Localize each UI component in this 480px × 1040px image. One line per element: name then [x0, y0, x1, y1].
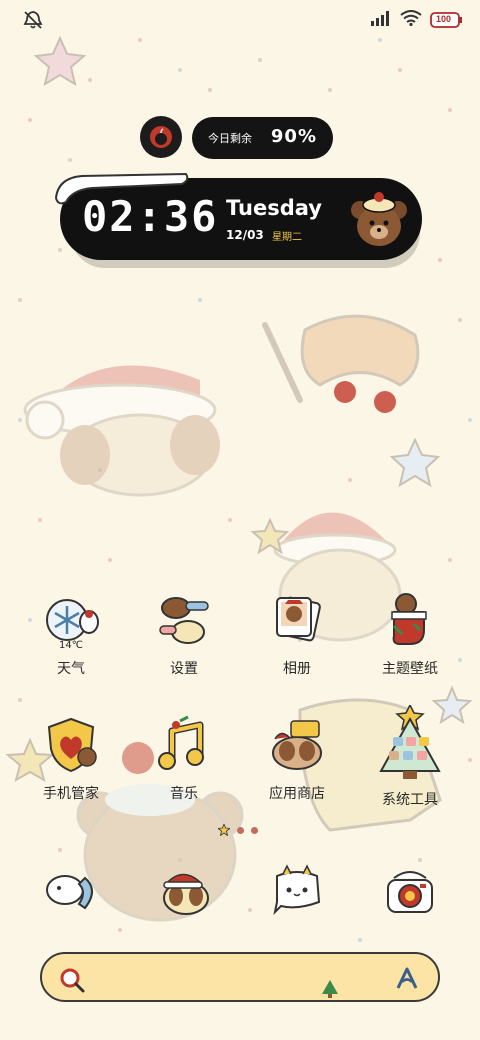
christmas-tree-icon [322, 980, 338, 1002]
clock-weekday: 星期二 [272, 232, 302, 243]
bear-icon [348, 188, 410, 254]
assistant-icon[interactable] [394, 966, 420, 996]
status-bar: 100 [0, 8, 480, 32]
app-security[interactable]: 手机管家 [21, 715, 121, 803]
signal-icon [370, 10, 392, 30]
snow-decoration-icon [54, 172, 189, 205]
clock-day: Tuesday [226, 196, 322, 220]
app-label: 主题壁纸 [382, 661, 438, 677]
app-label: 相册 [283, 661, 311, 677]
tools-folder-icon [377, 703, 443, 779]
app-store-icon [267, 715, 327, 775]
app-settings[interactable]: 设置 [134, 590, 234, 678]
battery-value: 90% [270, 126, 317, 147]
page-dot[interactable] [237, 826, 244, 834]
app-label: 手机管家 [43, 786, 99, 802]
app-store[interactable]: 应用商店 [247, 715, 347, 803]
star-page-icon [218, 824, 230, 836]
mute-icon [22, 10, 44, 34]
page-dot[interactable] [251, 826, 258, 834]
dock-contacts[interactable] [134, 862, 234, 922]
search-bar[interactable] [40, 952, 440, 1002]
wifi-icon [400, 10, 422, 30]
phone-icon [41, 862, 101, 922]
app-themes[interactable]: 主题壁纸 [360, 590, 460, 678]
app-label: 系统工具 [382, 792, 438, 808]
search-icon[interactable] [58, 966, 86, 998]
dock-phone[interactable] [21, 862, 121, 922]
dock-messages[interactable] [247, 862, 347, 922]
music-icon [154, 715, 214, 775]
app-label: 音乐 [170, 786, 198, 802]
app-tools-folder[interactable]: 系统工具 [360, 703, 460, 809]
apple-icon [150, 126, 172, 148]
contacts-icon [154, 862, 214, 922]
settings-icon [154, 590, 214, 650]
app-label: 设置 [170, 661, 198, 677]
battery-widget[interactable]: 今日剩余 90% [192, 117, 333, 159]
app-label: 天气 [57, 661, 85, 677]
battery-widget-icon[interactable] [140, 116, 182, 158]
dock-camera[interactable] [360, 862, 460, 922]
app-label: 应用商店 [269, 786, 325, 802]
page-indicator[interactable] [218, 824, 258, 836]
battery-label: 今日剩余 [208, 132, 252, 145]
app-gallery[interactable]: 相册 [247, 590, 347, 678]
weather-temperature: 14℃ [59, 640, 83, 651]
clock-date: 12/03 [226, 228, 264, 242]
app-music[interactable]: 音乐 [134, 715, 234, 803]
battery-icon: 100 [430, 11, 464, 29]
messages-icon [267, 862, 327, 922]
app-weather[interactable]: 14℃ 天气 [21, 590, 121, 678]
camera-icon [380, 862, 440, 922]
security-icon [41, 715, 101, 775]
weather-icon: 14℃ [41, 590, 101, 651]
gallery-icon [267, 590, 327, 650]
themes-icon [380, 590, 440, 650]
